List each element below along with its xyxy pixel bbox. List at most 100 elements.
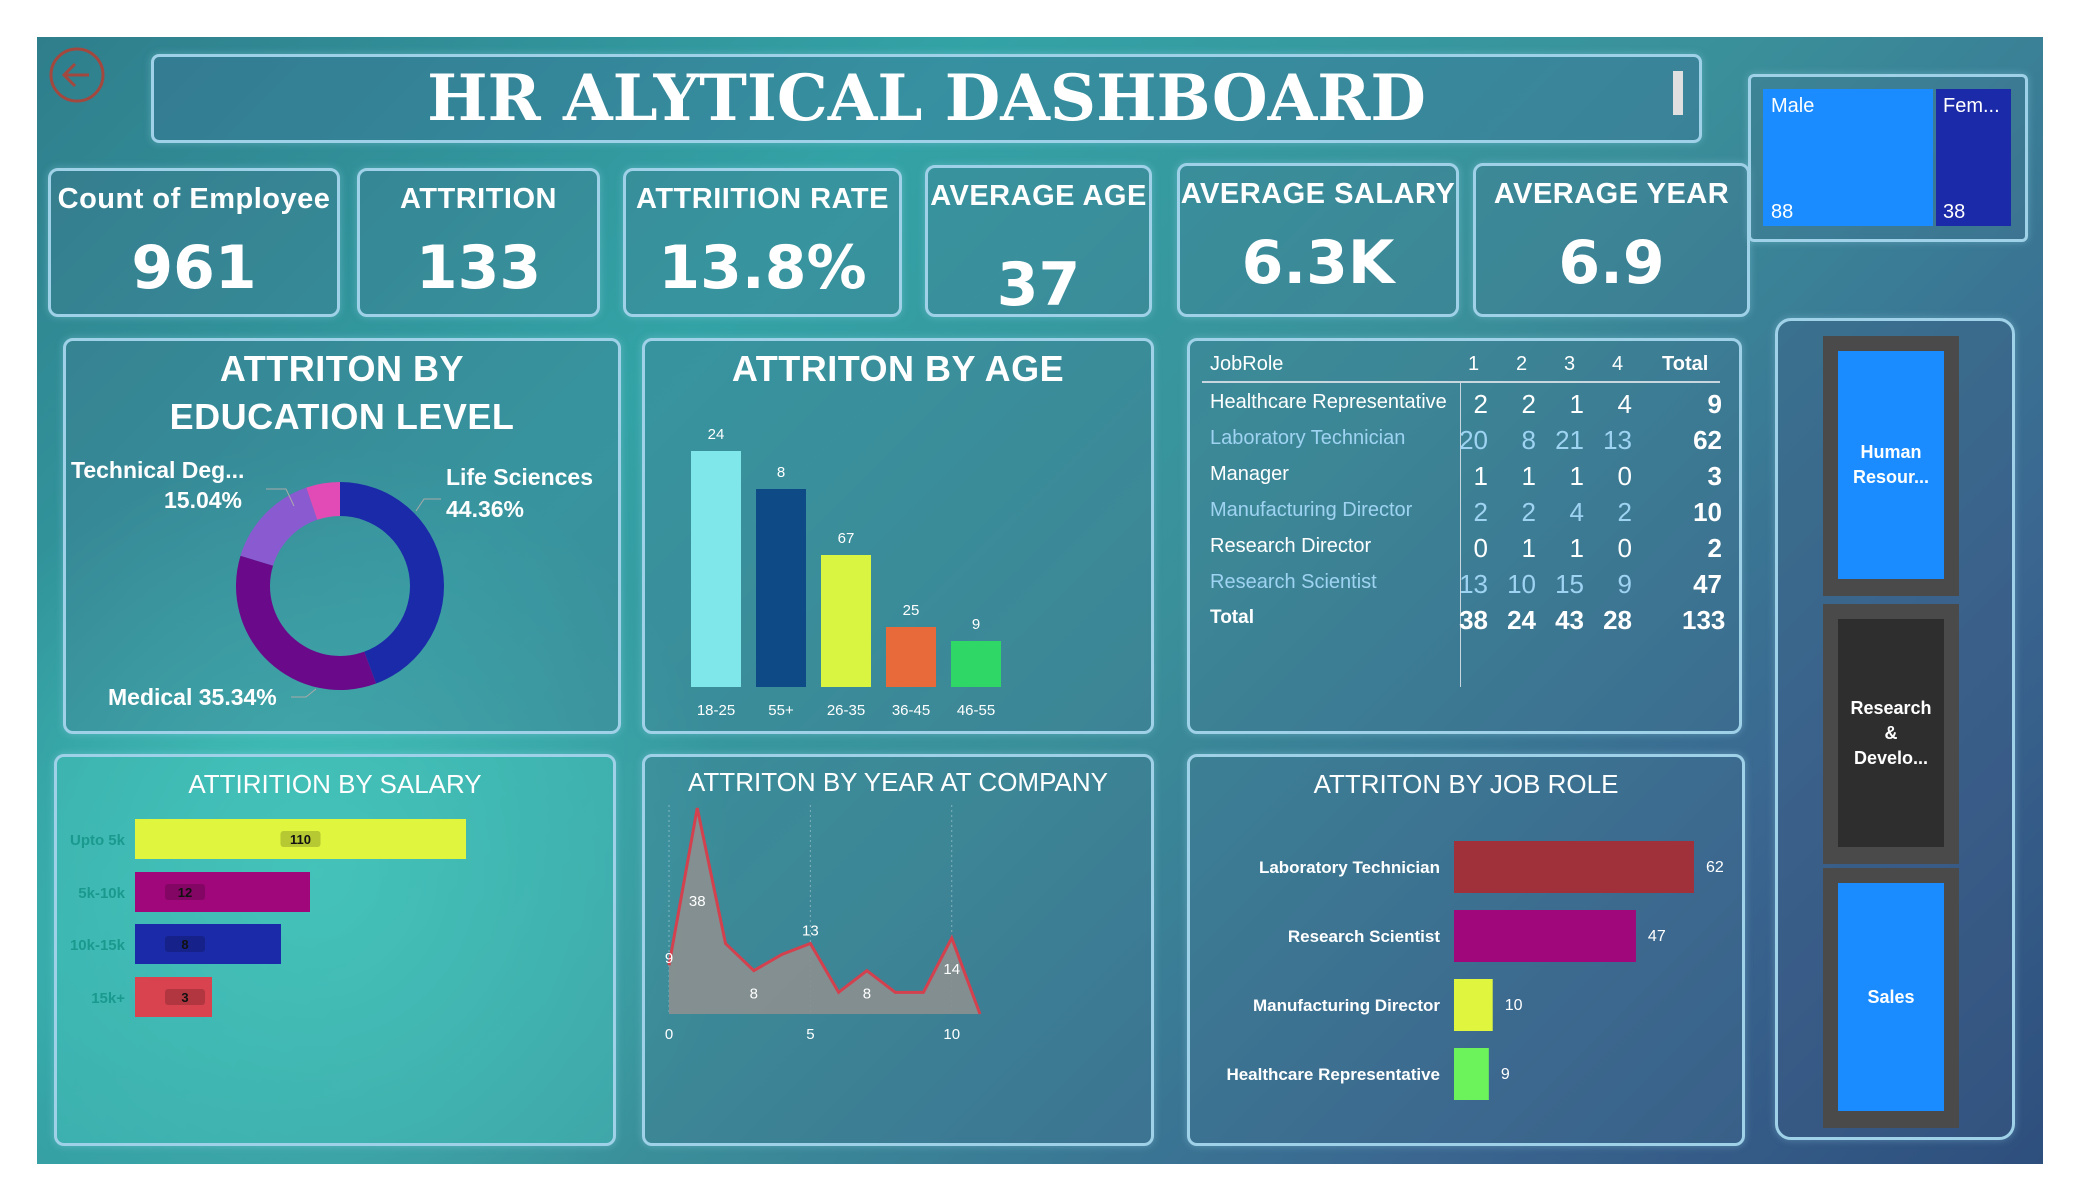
matrix-row-total: 3 bbox=[1707, 461, 1722, 491]
matrix-row-label: Healthcare Representative bbox=[1210, 391, 1447, 413]
y-tick-label: 15k+ bbox=[91, 990, 125, 1007]
page-title: HR ALYTICAL DASHBOARD bbox=[427, 61, 1426, 136]
x-tick-label: 18-25 bbox=[697, 702, 735, 719]
female-value: 38 bbox=[1943, 201, 1966, 223]
matrix-cell: 1 bbox=[1569, 461, 1584, 491]
matrix-header-col: 4 bbox=[1612, 353, 1624, 375]
kpi-card-attrition: ATTRITION 133 bbox=[357, 168, 600, 317]
jobrole-bar[interactable] bbox=[1454, 841, 1694, 893]
y-tick-label: Research Scientist bbox=[1288, 927, 1440, 946]
jobrole-chart-panel: ATTRITON BY JOB ROLE 62 Laboratory Techni… bbox=[1187, 754, 1745, 1146]
donut-slice[interactable] bbox=[235, 555, 377, 690]
matrix-cell: 4 bbox=[1617, 389, 1632, 419]
year-area-chart: 9 38 8 13 8 14 0 5 10 bbox=[665, 805, 982, 1043]
matrix-row-total: 2 bbox=[1707, 533, 1722, 563]
kpi-label: AVERAGE AGE bbox=[930, 180, 1147, 212]
label-technical-pct: 15.04% bbox=[164, 487, 242, 513]
donut-slice[interactable] bbox=[240, 487, 318, 566]
y-tick-label: Healthcare Representative bbox=[1226, 1065, 1440, 1084]
jobrole-bar[interactable] bbox=[1454, 1048, 1489, 1100]
bar-data-label: 8 bbox=[777, 464, 785, 481]
kpi-value: 37 bbox=[996, 250, 1081, 320]
point-data-label: 38 bbox=[689, 893, 706, 910]
age-bar[interactable] bbox=[821, 555, 871, 687]
age-bar[interactable] bbox=[886, 627, 936, 687]
department-sales[interactable]: Sales bbox=[1838, 883, 1944, 1111]
bar-data-label: 47 bbox=[1648, 928, 1666, 945]
matrix-cell: 1 bbox=[1521, 461, 1536, 491]
label-technical-name: Technical Deg... bbox=[71, 457, 244, 483]
bar-data-label: 110 bbox=[290, 832, 311, 847]
leader-line bbox=[415, 498, 441, 512]
label-medical: Medical 35.34% bbox=[108, 684, 277, 710]
kpi-label: AVERAGE SALARY bbox=[1180, 178, 1456, 210]
x-tick-label: 55+ bbox=[768, 702, 794, 719]
kpi-card-average-age: AVERAGE AGE 37 bbox=[925, 165, 1152, 320]
jobrole-bar[interactable] bbox=[1454, 979, 1493, 1031]
kpi-value: 13.8% bbox=[658, 233, 867, 303]
matrix-cell: 2 bbox=[1521, 389, 1536, 419]
bar-data-label: 24 bbox=[708, 426, 725, 443]
matrix-cell: 1 bbox=[1521, 533, 1536, 563]
kpi-card-average-salary: AVERAGE SALARY 6.3K bbox=[1177, 163, 1459, 317]
matrix-total-label: Total bbox=[1210, 607, 1254, 628]
label-life-pct: 44.36% bbox=[446, 496, 524, 522]
female-label: Fem... bbox=[1943, 95, 2000, 117]
matrix-row-label: Laboratory Technician bbox=[1210, 427, 1406, 449]
treemap-tile-female[interactable]: Fem... 38 bbox=[1936, 89, 2011, 226]
matrix-cell: 13 bbox=[1459, 569, 1488, 599]
matrix-cell: 21 bbox=[1555, 425, 1584, 455]
jobrole-bar[interactable] bbox=[1454, 910, 1636, 962]
matrix-cell: 15 bbox=[1555, 569, 1584, 599]
matrix-cell: 4 bbox=[1569, 497, 1584, 527]
point-data-label: 8 bbox=[863, 986, 871, 1003]
matrix-cell: 2 bbox=[1473, 389, 1488, 419]
department-human-resources[interactable]: Human Resour... bbox=[1838, 351, 1944, 579]
x-tick-label: 36-45 bbox=[892, 702, 930, 719]
matrix-cell: 0 bbox=[1473, 533, 1488, 563]
bar-data-label: 10 bbox=[1505, 997, 1523, 1014]
matrix-total-cell: 24 bbox=[1507, 605, 1536, 635]
bar-data-label: 9 bbox=[1501, 1066, 1510, 1083]
donut-slice[interactable] bbox=[340, 482, 445, 684]
back-arrow-icon[interactable] bbox=[47, 45, 107, 105]
title-scroll-handle[interactable] bbox=[1673, 71, 1683, 115]
matrix-header-divider bbox=[1202, 381, 1720, 383]
matrix-row-label: Research Scientist bbox=[1210, 571, 1377, 593]
age-bar[interactable] bbox=[691, 451, 741, 687]
matrix-header-col: 3 bbox=[1564, 353, 1576, 375]
x-tick-label: 46-55 bbox=[957, 702, 995, 719]
education-chart-panel: ATTRITON BY EDUCATION LEVEL Technical De… bbox=[63, 338, 621, 734]
kpi-value: 6.9 bbox=[1558, 228, 1665, 298]
kpi-label: Count of Employee bbox=[57, 183, 331, 215]
matrix-row-label: Research Director bbox=[1210, 535, 1372, 557]
age-bar[interactable] bbox=[756, 489, 806, 687]
kpi-label: ATTRIITION RATE bbox=[636, 183, 889, 215]
point-data-label: 14 bbox=[943, 961, 960, 978]
matrix-row-total: 62 bbox=[1693, 425, 1722, 455]
matrix-cell: 2 bbox=[1473, 497, 1488, 527]
kpi-card-employee-count: Count of Employee 961 bbox=[48, 168, 340, 317]
jobrole-matrix-panel: JobRole 1 2 3 4 Total Healthcare Represe… bbox=[1187, 338, 1742, 734]
age-bar[interactable] bbox=[951, 641, 1001, 687]
bar-data-label: 3 bbox=[181, 990, 188, 1005]
salary-bar[interactable] bbox=[135, 924, 281, 964]
y-tick-label: Laboratory Technician bbox=[1259, 858, 1440, 877]
kpi-card-attrition-rate: ATTRIITION RATE 13.8% bbox=[623, 168, 902, 317]
salary-bar[interactable] bbox=[135, 872, 310, 912]
matrix-cell: 1 bbox=[1569, 533, 1584, 563]
matrix-row-label: Manufacturing Director bbox=[1210, 499, 1413, 521]
matrix-cell: 0 bbox=[1617, 461, 1632, 491]
kpi-value: 6.3K bbox=[1241, 228, 1395, 298]
department-research-development[interactable]: Research & Develo... bbox=[1838, 619, 1944, 847]
treemap-tile-male[interactable]: Male 88 bbox=[1763, 89, 1933, 226]
kpi-value: 133 bbox=[415, 233, 542, 303]
salary-chart-panel: ATTIRITION BY SALARY 110 Upto 5k 12 5k-10k 8… bbox=[54, 754, 616, 1146]
kpi-value: 961 bbox=[131, 233, 257, 303]
male-value: 88 bbox=[1771, 201, 1794, 223]
y-tick-label: 10k-15k bbox=[70, 937, 126, 954]
y-tick-label: Manufacturing Director bbox=[1253, 996, 1440, 1015]
matrix-row-total: 10 bbox=[1693, 497, 1722, 527]
education-donut-chart: Technical Deg... 15.04% Life Sciences 44… bbox=[71, 457, 593, 710]
bar-data-label: 9 bbox=[972, 616, 980, 633]
